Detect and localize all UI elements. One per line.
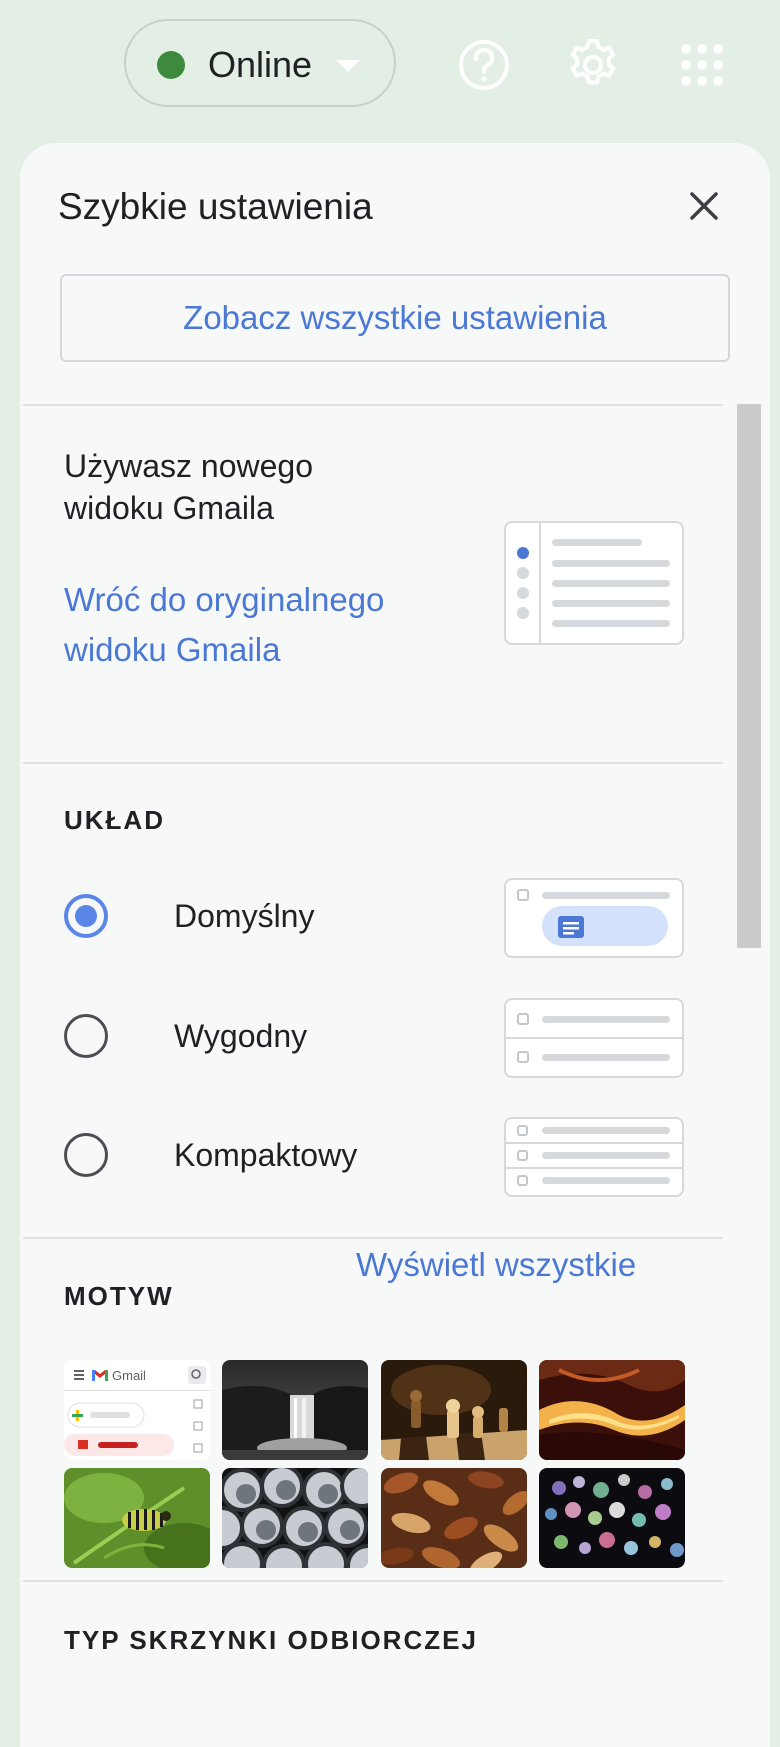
view-all-themes-link[interactable]: Wyświetl wszystkie (356, 1246, 636, 1284)
new-view-illustration (504, 521, 684, 645)
layout-section-title: UKŁAD (64, 805, 165, 835)
divider (23, 1580, 723, 1582)
top-bar: Online (0, 0, 780, 135)
status-dropdown[interactable]: Online (124, 19, 396, 107)
layout-option-label: Wygodny (174, 1018, 308, 1054)
default-density-illustration (504, 878, 684, 958)
divider (23, 404, 723, 406)
divider (23, 762, 723, 764)
radio-compact[interactable] (64, 1133, 108, 1177)
online-status-dot (157, 51, 185, 79)
layout-option-label: Kompaktowy (174, 1137, 358, 1173)
gmail-logo-text: Gmail (112, 1368, 146, 1383)
theme-thumbnail-bokeh-lights[interactable] (539, 1468, 685, 1568)
theme-section-title: MOTYW (64, 1281, 174, 1311)
gear-icon[interactable] (563, 35, 623, 95)
new-view-notice: Używasz nowego widoku Gmaila (64, 448, 313, 526)
chevron-down-icon (336, 60, 360, 72)
inbox-type-section-title: TYP SKRZYNKI ODBIORCZEJ (64, 1625, 478, 1655)
layout-option-default[interactable]: Domyślny (64, 886, 464, 946)
radio-comfortable[interactable] (64, 1014, 108, 1058)
theme-thumbnail-chess[interactable] (381, 1360, 527, 1460)
panel-title: Szybkie ustawienia (58, 186, 373, 227)
divider (23, 1237, 723, 1239)
compact-density-illustration (504, 1117, 684, 1197)
help-icon[interactable] (454, 35, 514, 95)
theme-thumbnail-caterpillar[interactable] (64, 1468, 210, 1568)
scrollbar[interactable] (737, 404, 761, 948)
comfortable-density-illustration (504, 998, 684, 1078)
radio-default[interactable] (64, 894, 108, 938)
revert-to-original-view-link[interactable]: Wróć do oryginalnego widoku Gmaila (64, 575, 394, 675)
close-icon[interactable] (684, 186, 724, 226)
apps-grid-icon[interactable] (672, 35, 732, 95)
theme-thumbnail-autumn-leaves[interactable] (381, 1468, 527, 1568)
theme-thumbnail-waterfall[interactable] (222, 1360, 368, 1460)
layout-option-label: Domyślny (174, 898, 315, 934)
layout-option-compact[interactable]: Kompaktowy (64, 1125, 464, 1185)
see-all-settings-button[interactable]: Zobacz wszystkie ustawienia (60, 274, 730, 362)
theme-thumbnail-canyon[interactable] (539, 1360, 685, 1460)
layout-option-comfortable[interactable]: Wygodny (64, 1006, 464, 1066)
theme-thumbnail-pipes[interactable] (222, 1468, 368, 1568)
quick-settings-panel: Szybkie ustawienia Zobacz wszystkie usta… (20, 143, 770, 1747)
theme-thumbnail-gmail-default[interactable]: Gmail (64, 1360, 210, 1460)
status-label: Online (208, 44, 313, 85)
